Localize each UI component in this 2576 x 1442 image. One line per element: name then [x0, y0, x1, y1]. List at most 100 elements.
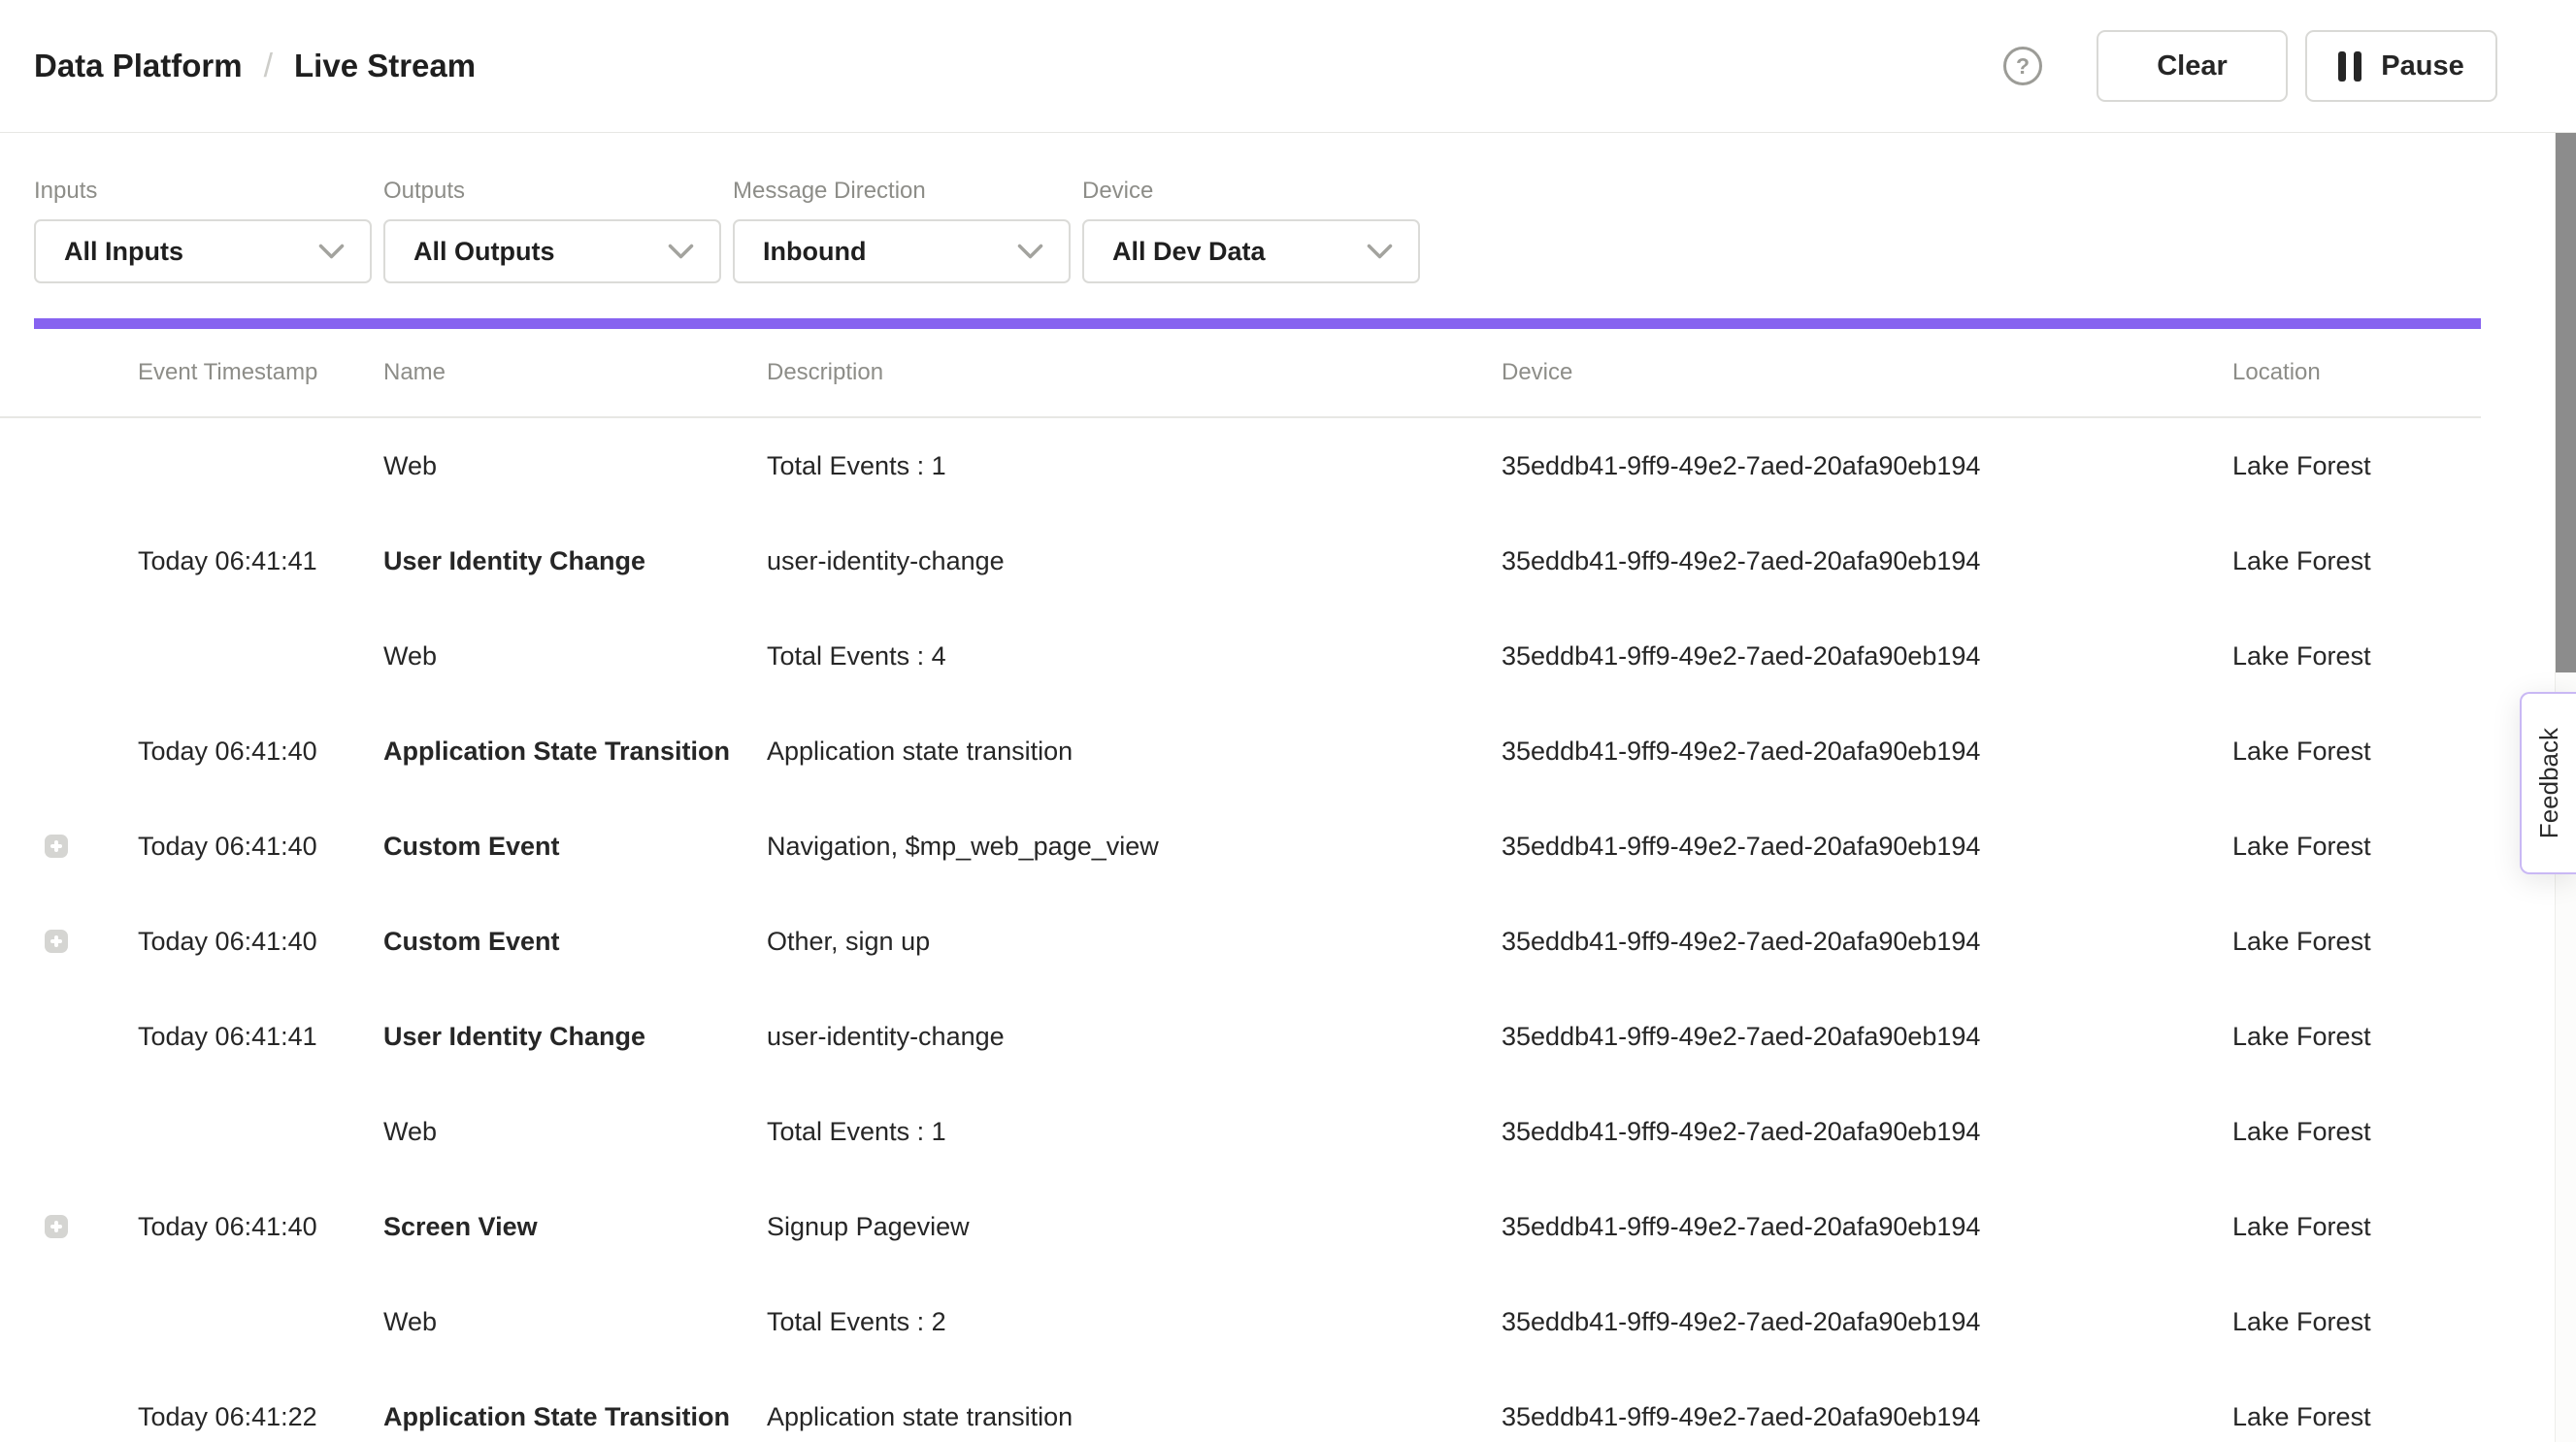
cell-location: Lake Forest: [2232, 451, 2576, 481]
cell-location: Lake Forest: [2232, 1212, 2576, 1242]
cell-timestamp: Today 06:41:41: [138, 1022, 383, 1052]
cell-timestamp: Today 06:41:41: [138, 546, 383, 576]
cell-location: Lake Forest: [2232, 1307, 2576, 1337]
feedback-tab[interactable]: Feedback: [2520, 692, 2576, 874]
cell-device: 35eddb41-9ff9-49e2-7aed-20afa90eb194: [1502, 546, 2232, 576]
top-bar: Data Platform / Live Stream ? Clear Paus…: [0, 0, 2576, 133]
table-row: Web Total Events : 4 35eddb41-9ff9-49e2-…: [0, 608, 2576, 704]
inputs-select[interactable]: All Inputs: [34, 219, 372, 283]
chevron-down-icon: [318, 244, 345, 260]
cell-device: 35eddb41-9ff9-49e2-7aed-20afa90eb194: [1502, 1117, 2232, 1147]
filter-message-direction: Message Direction Inbound: [733, 178, 1071, 283]
feedback-tab-label: Feedback: [2534, 728, 2564, 838]
cell-name: Web: [383, 451, 767, 481]
cell-description: Total Events : 1: [767, 1117, 1502, 1147]
cell-description: Other, sign up: [767, 927, 1502, 957]
expand-row-button[interactable]: [45, 835, 68, 858]
table-row: Today 06:41:22 Application State Transit…: [0, 1369, 2576, 1442]
table-row: Today 06:41:40 Custom Event Navigation, …: [0, 799, 2576, 894]
cell-name: Application State Transition: [383, 737, 767, 767]
column-header-name: Name: [383, 359, 767, 386]
cell-device: 35eddb41-9ff9-49e2-7aed-20afa90eb194: [1502, 1212, 2232, 1242]
cell-name: Custom Event: [383, 832, 767, 862]
chevron-down-icon: [1017, 244, 1043, 260]
events-table: Event Timestamp Name Description Device …: [0, 329, 2576, 1442]
cell-description: Total Events : 1: [767, 451, 1502, 481]
clear-button[interactable]: Clear: [2097, 30, 2288, 102]
cell-name: Web: [383, 1307, 767, 1337]
cell-name: Screen View: [383, 1212, 767, 1242]
expand-row-button[interactable]: [45, 930, 68, 953]
outputs-select[interactable]: All Outputs: [383, 219, 721, 283]
table-row: Today 06:41:40 Custom Event Other, sign …: [0, 894, 2576, 989]
cell-name: Web: [383, 641, 767, 672]
cell-location: Lake Forest: [2232, 927, 2576, 957]
cell-name: User Identity Change: [383, 1022, 767, 1052]
expand-row-button[interactable]: [45, 1215, 68, 1238]
cell-name: Web: [383, 1117, 767, 1147]
cell-device: 35eddb41-9ff9-49e2-7aed-20afa90eb194: [1502, 641, 2232, 672]
table-row: Web Total Events : 1 35eddb41-9ff9-49e2-…: [0, 1084, 2576, 1179]
breadcrumb-item-data-platform[interactable]: Data Platform: [34, 48, 243, 84]
cell-location: Lake Forest: [2232, 1022, 2576, 1052]
cell-device: 35eddb41-9ff9-49e2-7aed-20afa90eb194: [1502, 832, 2232, 862]
cell-description: Total Events : 4: [767, 641, 1502, 672]
device-select-value: All Dev Data: [1112, 237, 1266, 267]
filter-outputs: Outputs All Outputs: [383, 178, 721, 283]
cell-location: Lake Forest: [2232, 1402, 2576, 1432]
chevron-down-icon: [668, 244, 694, 260]
breadcrumb-separator: /: [264, 48, 273, 85]
filter-device: Device All Dev Data: [1082, 178, 1420, 283]
cell-name: User Identity Change: [383, 546, 767, 576]
cell-description: Total Events : 2: [767, 1307, 1502, 1337]
scrollbar-thumb[interactable]: [2556, 133, 2576, 672]
live-stream-page: Data Platform / Live Stream ? Clear Paus…: [0, 0, 2576, 1442]
cell-name: Application State Transition: [383, 1402, 767, 1432]
cell-timestamp: Today 06:41:40: [138, 737, 383, 767]
filter-inputs: Inputs All Inputs: [34, 178, 372, 283]
table-row: Today 06:41:41 User Identity Change user…: [0, 989, 2576, 1084]
cell-location: Lake Forest: [2232, 546, 2576, 576]
top-actions: ? Clear Pause: [2003, 30, 2497, 102]
cell-location: Lake Forest: [2232, 641, 2576, 672]
help-icon[interactable]: ?: [2003, 47, 2042, 85]
cell-device: 35eddb41-9ff9-49e2-7aed-20afa90eb194: [1502, 737, 2232, 767]
column-header-location: Location: [2232, 359, 2481, 386]
device-select[interactable]: All Dev Data: [1082, 219, 1420, 283]
table-row: Today 06:41:40 Screen View Signup Pagevi…: [0, 1179, 2576, 1274]
filters-bar: Inputs All Inputs Outputs All Outputs Me…: [0, 133, 2576, 318]
cell-location: Lake Forest: [2232, 1117, 2576, 1147]
cell-timestamp: Today 06:41:40: [138, 1212, 383, 1242]
table-row: Today 06:41:40 Application State Transit…: [0, 704, 2576, 799]
filter-device-label: Device: [1082, 178, 1420, 205]
filter-message-direction-label: Message Direction: [733, 178, 1071, 205]
cell-device: 35eddb41-9ff9-49e2-7aed-20afa90eb194: [1502, 927, 2232, 957]
filter-outputs-label: Outputs: [383, 178, 721, 205]
cell-description: Signup Pageview: [767, 1212, 1502, 1242]
cell-description: Application state transition: [767, 737, 1502, 767]
table-row: Web Total Events : 1 35eddb41-9ff9-49e2-…: [0, 418, 2576, 513]
message-direction-select-value: Inbound: [763, 237, 866, 267]
cell-device: 35eddb41-9ff9-49e2-7aed-20afa90eb194: [1502, 1402, 2232, 1432]
filter-inputs-label: Inputs: [34, 178, 372, 205]
breadcrumb-item-live-stream: Live Stream: [294, 48, 476, 84]
cell-name: Custom Event: [383, 927, 767, 957]
cell-timestamp: Today 06:41:40: [138, 927, 383, 957]
cell-timestamp: Today 06:41:40: [138, 832, 383, 862]
column-header-device: Device: [1502, 359, 2232, 386]
inputs-select-value: All Inputs: [64, 237, 183, 267]
pause-button-label: Pause: [2381, 50, 2463, 82]
accent-divider: [34, 318, 2481, 329]
column-header-event-timestamp: Event Timestamp: [138, 359, 383, 386]
table-header-row: Event Timestamp Name Description Device …: [0, 329, 2481, 418]
cell-device: 35eddb41-9ff9-49e2-7aed-20afa90eb194: [1502, 451, 2232, 481]
cell-device: 35eddb41-9ff9-49e2-7aed-20afa90eb194: [1502, 1022, 2232, 1052]
pause-icon: [2338, 51, 2361, 82]
cell-description: Navigation, $mp_web_page_view: [767, 832, 1502, 862]
table-body: Web Total Events : 1 35eddb41-9ff9-49e2-…: [0, 418, 2576, 1442]
message-direction-select[interactable]: Inbound: [733, 219, 1071, 283]
pause-button[interactable]: Pause: [2305, 30, 2497, 102]
table-row: Today 06:41:41 User Identity Change user…: [0, 513, 2576, 608]
cell-description: user-identity-change: [767, 546, 1502, 576]
outputs-select-value: All Outputs: [413, 237, 554, 267]
